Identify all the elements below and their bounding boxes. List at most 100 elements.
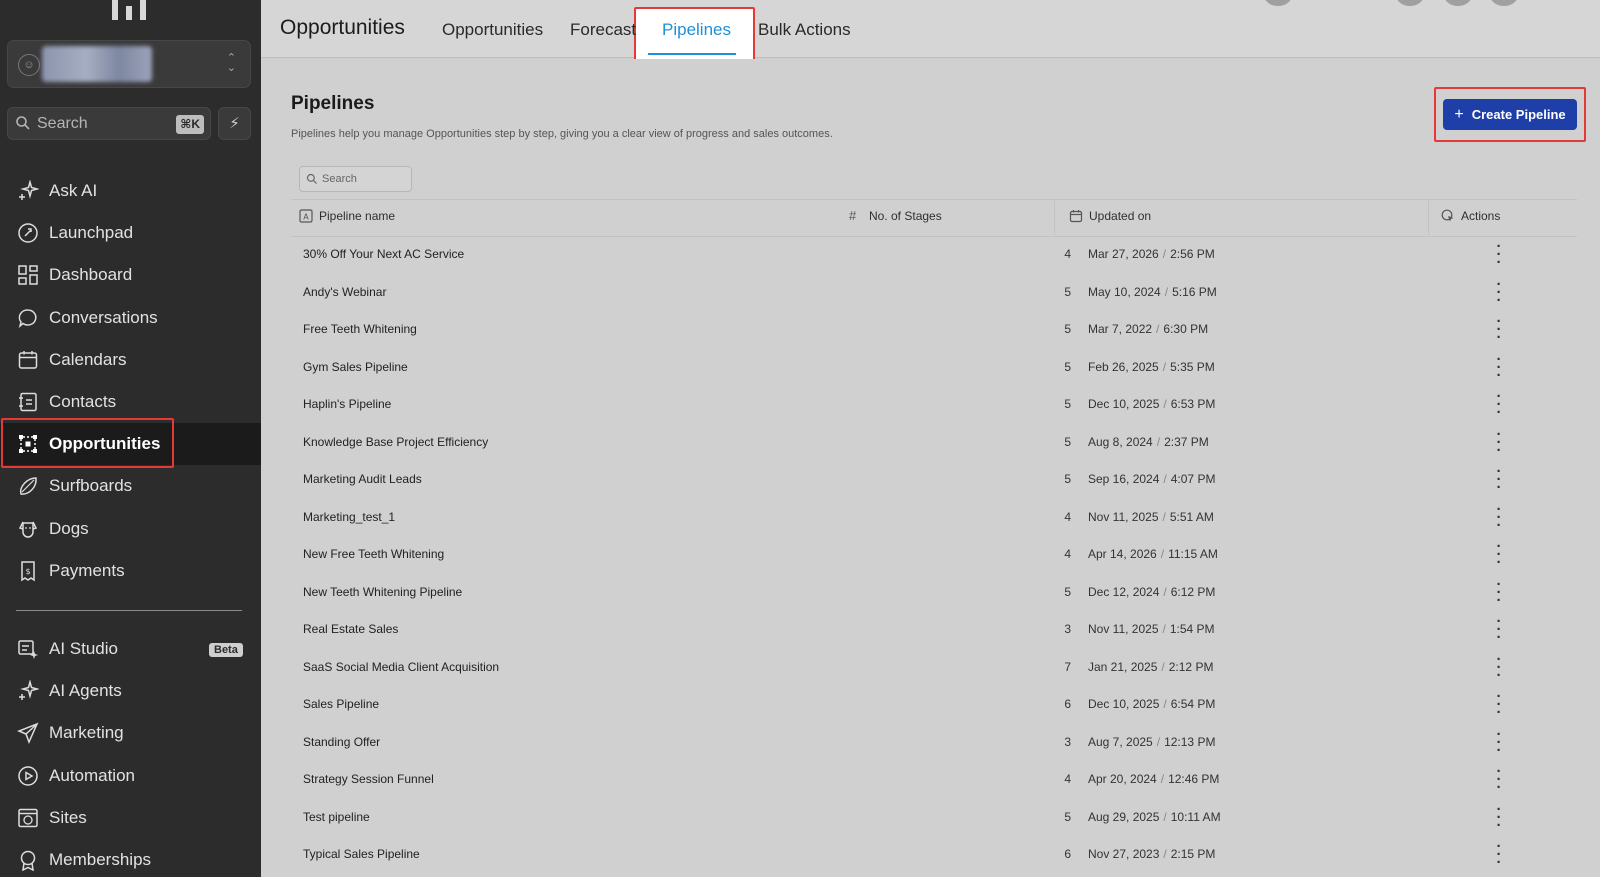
updated-date: Nov 27, 2023 <box>1088 847 1160 861</box>
row-actions-kebab-icon[interactable]: · · · <box>1493 277 1505 308</box>
column-header-stages[interactable]: # No. of Stages <box>849 208 942 224</box>
sidebar-item-marketing[interactable]: Marketing <box>0 712 261 754</box>
row-actions-kebab-icon[interactable]: · · · <box>1493 502 1505 533</box>
row-actions-kebab-icon[interactable]: · · · <box>1493 614 1505 645</box>
table-row[interactable]: Sales Pipeline 6 Dec 10, 2025/6:54 PM · · · <box>291 687 1577 725</box>
table-row[interactable]: Free Teeth Whitening 5 Mar 7, 2022/6:30 PM… <box>291 312 1577 350</box>
row-actions-kebab-icon[interactable]: · · · <box>1493 577 1505 608</box>
row-actions-kebab-icon[interactable]: · · · <box>1493 314 1505 345</box>
row-actions-kebab-icon[interactable]: · · · <box>1493 764 1505 795</box>
pipeline-name[interactable]: Marketing Audit Leads <box>303 472 422 486</box>
row-actions-kebab-icon[interactable]: · · · <box>1493 539 1505 570</box>
table-row[interactable]: Marketing_test_1 4 Nov 11, 2025/5:51 AM · · · <box>291 500 1577 538</box>
row-actions-kebab-icon[interactable]: · · · <box>1493 689 1505 720</box>
pipeline-name[interactable]: Gym Sales Pipeline <box>303 360 408 374</box>
table-row[interactable]: Knowledge Base Project Efficiency 5 Aug 8,… <box>291 425 1577 463</box>
sidebar-item-conversations[interactable]: Conversations <box>0 297 261 339</box>
sidebar-item-dashboard[interactable]: Dashboard <box>0 254 261 296</box>
sidebar-item-payments[interactable]: $ Payments <box>0 550 261 592</box>
date-time-separator: / <box>1160 772 1165 786</box>
sidebar-item-label: Ask AI <box>49 181 98 200</box>
updated-date: Aug 8, 2024 <box>1088 434 1153 449</box>
column-header-updated[interactable]: Updated on <box>1069 209 1151 223</box>
hash-icon: # <box>849 208 857 223</box>
table-row[interactable]: Gym Sales Pipeline 5 Feb 26, 2025/5:35 PM ·… <box>291 350 1577 388</box>
sidebar-item-launchpad[interactable]: Launchpad <box>0 212 261 254</box>
sidebar-item-label: Marketing <box>49 723 124 743</box>
updated-time: 6:53 PM <box>1170 397 1216 411</box>
row-actions-kebab-icon[interactable]: · · · <box>1493 427 1505 458</box>
tab-opportunities[interactable]: Opportunities <box>442 20 543 40</box>
row-actions-kebab-icon[interactable]: · · · <box>1493 802 1505 833</box>
column-header-actions: Actions <box>1441 209 1500 223</box>
table-row[interactable]: Real Estate Sales 3 Nov 11, 2025/1:54 PM · ·… <box>291 612 1577 650</box>
pipeline-name[interactable]: Standing Offer <box>303 735 380 749</box>
pipeline-name[interactable]: Typical Sales Pipeline <box>303 847 420 861</box>
row-actions-kebab-icon[interactable]: · · · <box>1493 727 1505 758</box>
pipeline-name[interactable]: SaaS Social Media Client Acquisition <box>303 660 499 674</box>
sidebar-search[interactable]: Search ⌘K <box>7 107 211 140</box>
tab-forecast[interactable]: Forecast <box>570 20 636 40</box>
sidebar-item-contacts[interactable]: Contacts <box>0 381 261 423</box>
table-search-input[interactable]: Search <box>299 166 412 192</box>
pipeline-updated-on: Dec 10, 2025/6:54 PM <box>1088 697 1215 711</box>
sidebar-item-memberships[interactable]: Memberships <box>0 839 261 877</box>
create-pipeline-button[interactable]: + Create Pipeline <box>1443 99 1577 130</box>
pipeline-name[interactable]: Real Estate Sales <box>303 622 398 636</box>
rocket-icon <box>18 223 38 243</box>
row-actions-kebab-icon[interactable]: · · · <box>1493 464 1505 495</box>
pipeline-name[interactable]: Strategy Session Funnel <box>303 772 434 786</box>
pipeline-name[interactable]: Haplin's Pipeline <box>303 397 391 411</box>
sidebar-item-dogs[interactable]: Dogs <box>0 508 261 550</box>
pipeline-name[interactable]: 30% Off Your Next AC Service <box>303 247 464 261</box>
sidebar-item-ask-ai[interactable]: Ask AI <box>0 170 261 212</box>
updated-time: 5:16 PM <box>1172 284 1217 299</box>
table-row[interactable]: 30% Off Your Next AC Service 4 Mar 27, 202… <box>291 237 1577 275</box>
pipeline-updated-on: Apr 20, 2024/12:46 PM <box>1088 772 1219 786</box>
pipeline-name[interactable]: Sales Pipeline <box>303 697 379 711</box>
sidebar-item-sites[interactable]: Sites <box>0 797 261 839</box>
column-header-name[interactable]: A Pipeline name <box>299 209 395 223</box>
quick-actions-button[interactable]: ⚡ <box>218 107 251 140</box>
pipeline-name[interactable]: Test pipeline <box>303 810 370 824</box>
row-actions-kebab-icon[interactable]: · · · <box>1493 839 1505 870</box>
pipeline-updated-on: Apr 14, 2026/11:15 AM <box>1088 547 1218 561</box>
pipeline-name[interactable]: New Teeth Whitening Pipeline <box>303 585 462 599</box>
table-row[interactable]: Strategy Session Funnel 4 Apr 20, 2024/12:… <box>291 762 1577 800</box>
row-actions-kebab-icon[interactable]: · · · <box>1493 389 1505 420</box>
table-row[interactable]: New Teeth Whitening Pipeline 5 Dec 12, 202… <box>291 575 1577 613</box>
table-row[interactable]: Test pipeline 5 Aug 29, 2025/10:11 AM · · · <box>291 800 1577 838</box>
receipt-icon: $ <box>21 561 35 582</box>
table-row[interactable]: Typical Sales Pipeline 6 Nov 27, 2023/2:15… <box>291 837 1577 875</box>
pipeline-stage-count: 6 <box>1064 697 1071 711</box>
table-row[interactable]: SaaS Social Media Client Acquisition 7 Jan… <box>291 650 1577 688</box>
updated-date: Aug 29, 2025 <box>1088 809 1160 824</box>
active-tab-indicator <box>648 53 736 55</box>
sidebar-item-surfboards[interactable]: Surfboards <box>0 465 261 507</box>
account-switcher[interactable]: ☺ ⌃ ⌄ <box>7 40 251 88</box>
beta-badge: Beta <box>209 643 243 657</box>
sidebar-divider <box>16 610 242 611</box>
pipeline-name[interactable]: Free Teeth Whitening <box>303 322 417 336</box>
row-actions-kebab-icon[interactable]: · · · <box>1493 239 1505 270</box>
updated-time: 2:12 PM <box>1168 659 1214 674</box>
sidebar-item-ai-agents[interactable]: AI Agents <box>0 670 261 712</box>
row-actions-kebab-icon[interactable]: · · · <box>1493 352 1505 383</box>
pipeline-name[interactable]: Andy's Webinar <box>303 285 386 299</box>
table-row[interactable]: New Free Teeth Whitening 4 Apr 14, 2026/11… <box>291 537 1577 575</box>
pipeline-name[interactable]: Marketing_test_1 <box>303 510 395 524</box>
table-row[interactable]: Standing Offer 3 Aug 7, 2025/12:13 PM · · · <box>291 725 1577 763</box>
table-row[interactable]: Marketing Audit Leads 5 Sep 16, 2024/4:07 … <box>291 462 1577 500</box>
chevron-updown-icon: ⌃ ⌄ <box>226 52 236 74</box>
tab-bulk-actions[interactable]: Bulk Actions <box>758 20 851 40</box>
updated-time: 12:46 PM <box>1168 772 1220 786</box>
tab-pipelines[interactable]: Pipelines <box>662 20 731 40</box>
date-time-separator: / <box>1156 734 1161 749</box>
sidebar-item-automation[interactable]: Automation <box>0 755 261 797</box>
table-row[interactable]: Haplin's Pipeline 5 Dec 10, 2025/6:53 PM · ·… <box>291 387 1577 425</box>
sidebar-item-calendars[interactable]: Calendars <box>0 339 261 381</box>
table-row[interactable]: Andy's Webinar 5 May 10, 2024/5:16 PM · · · <box>291 275 1577 313</box>
pipeline-name[interactable]: New Free Teeth Whitening <box>303 547 444 561</box>
pipeline-name[interactable]: Knowledge Base Project Efficiency <box>303 435 488 449</box>
row-actions-kebab-icon[interactable]: · · · <box>1493 652 1505 683</box>
